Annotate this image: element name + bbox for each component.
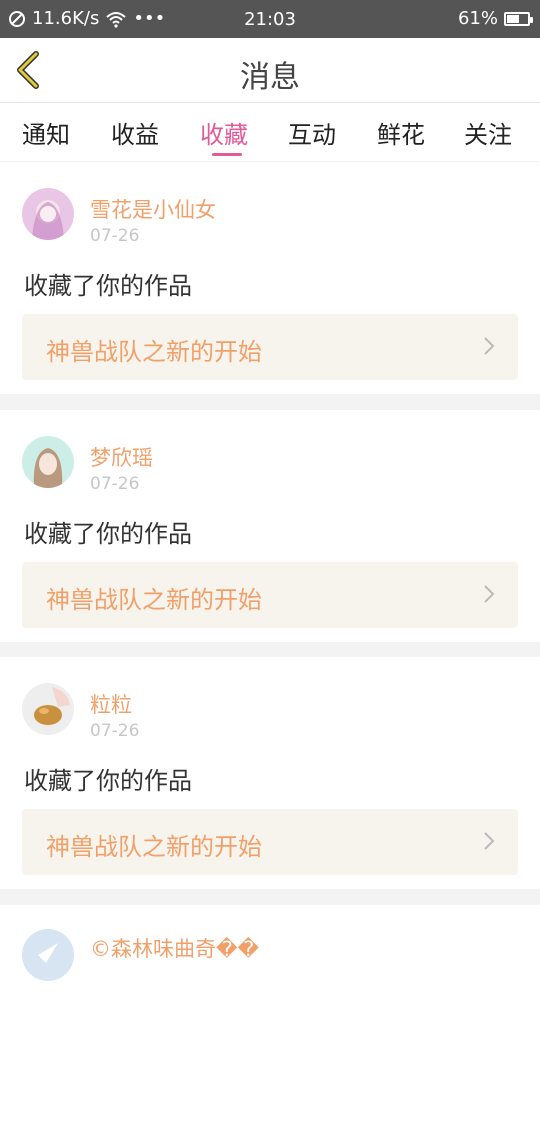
battery-icon	[504, 11, 533, 26]
work-link[interactable]: 神兽战队之新的开始	[22, 314, 518, 380]
message-date: 07-26	[90, 474, 140, 494]
work-title: 神兽战队之新的开始	[46, 338, 262, 366]
user-name[interactable]: 梦欣瑶	[90, 442, 153, 472]
chevron-right-icon	[484, 585, 495, 603]
battery-percent: 61%	[457, 8, 498, 29]
message-card: 粒粒 07-26 收藏了你的作品 神兽战队之新的开始	[0, 657, 540, 889]
tab-interactions[interactable]: 互动	[288, 115, 336, 150]
message-date: 07-26	[90, 226, 140, 246]
avatar[interactable]	[22, 683, 74, 735]
tab-earnings[interactable]: 收益	[111, 115, 159, 150]
status-bar: 11.6K/s ••• 21:03 61%	[0, 0, 540, 38]
chevron-right-icon	[484, 832, 495, 850]
tab-notifications[interactable]: 通知	[22, 115, 70, 150]
page-title: 消息	[240, 60, 300, 95]
work-link[interactable]: 神兽战队之新的开始	[22, 809, 518, 875]
tab-bar: 通知 收益 收藏 互动 鲜花 关注	[0, 102, 540, 161]
user-name[interactable]: 雪花是小仙女	[90, 194, 216, 224]
message-text: 收藏了你的作品	[24, 767, 192, 795]
avatar[interactable]	[22, 188, 74, 240]
header: 消息	[0, 38, 540, 102]
work-link[interactable]: 神兽战队之新的开始	[22, 562, 518, 628]
message-date: 07-26	[90, 721, 140, 741]
active-tab-indicator	[212, 153, 242, 156]
work-title: 神兽战队之新的开始	[46, 586, 262, 614]
user-name[interactable]: 粒粒	[90, 689, 132, 719]
work-title: 神兽战队之新的开始	[46, 833, 262, 861]
message-text: 收藏了你的作品	[24, 272, 192, 300]
message-card: 梦欣瑶 07-26 收藏了你的作品 神兽战队之新的开始	[0, 410, 540, 642]
avatar[interactable]	[22, 436, 74, 488]
status-right: 61%	[457, 8, 533, 29]
tab-favorites[interactable]: 收藏	[200, 115, 248, 150]
message-card: 雪花是小仙女 07-26 收藏了你的作品 神兽战队之新的开始	[0, 162, 540, 394]
tab-flowers[interactable]: 鲜花	[377, 115, 425, 150]
message-card: ©森林味曲奇��	[0, 905, 540, 1137]
message-text: 收藏了你的作品	[24, 520, 192, 548]
avatar[interactable]	[22, 929, 74, 981]
user-name[interactable]: ©森林味曲奇��	[90, 933, 259, 963]
tab-follows[interactable]: 关注	[464, 115, 512, 150]
chevron-right-icon	[484, 337, 495, 355]
